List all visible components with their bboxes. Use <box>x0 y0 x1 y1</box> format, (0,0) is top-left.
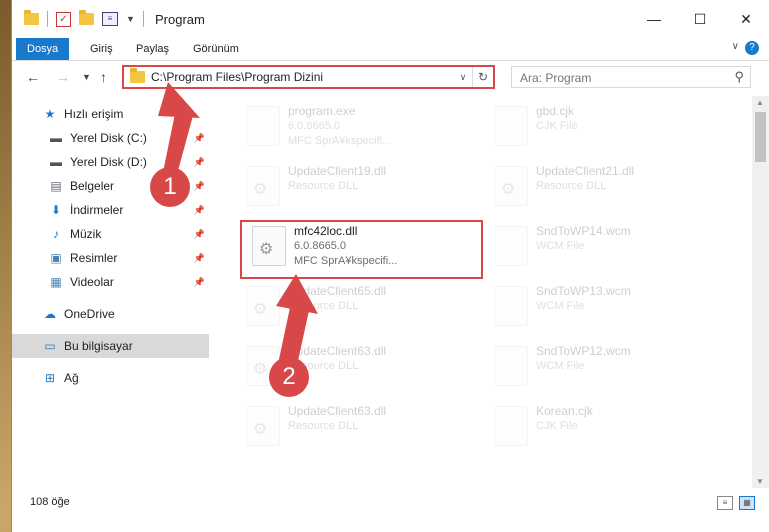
arrow-2-head <box>276 274 318 314</box>
arrow-1-head <box>158 82 200 118</box>
annotation-badge-2: 2 <box>269 357 309 397</box>
annotation-badge-1: 1 <box>150 167 190 207</box>
annotation-arrows <box>158 82 318 370</box>
